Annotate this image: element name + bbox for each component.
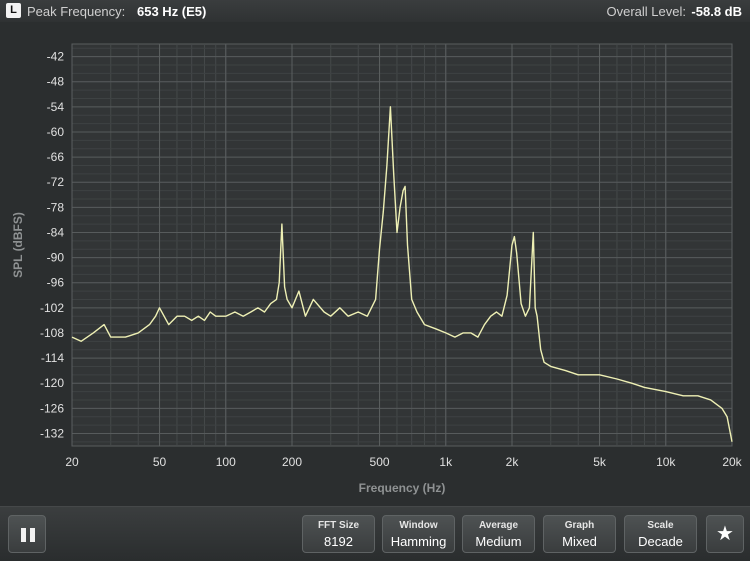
- channel-badge[interactable]: L: [6, 3, 21, 18]
- y-tick-label: -60: [47, 125, 65, 139]
- window-value: Hamming: [390, 534, 447, 549]
- window-button[interactable]: Window Hamming: [382, 515, 455, 553]
- y-tick-label: -108: [40, 326, 64, 340]
- status-header: L Peak Frequency: 653 Hz (E5) Overall Le…: [0, 0, 750, 22]
- x-axis-title: Frequency (Hz): [359, 481, 446, 495]
- scale-label: Scale: [647, 520, 674, 531]
- fft-size-label: FFT Size: [317, 520, 360, 531]
- graph-value: Mixed: [562, 534, 597, 549]
- star-icon: ★: [716, 523, 734, 545]
- y-axis-ticks: -42 -48 -54 -60 -66 -72 -78 -84 -90 -96 -102 -108 -1…: [40, 50, 64, 441]
- pause-button[interactable]: [8, 515, 46, 553]
- y-tick-label: -96: [47, 276, 65, 290]
- favorite-button[interactable]: ★: [706, 515, 744, 553]
- fft-size-button[interactable]: FFT Size 8192: [302, 515, 375, 553]
- average-label: Average: [478, 520, 519, 531]
- y-tick-label: -126: [40, 401, 64, 415]
- spectrum-chart[interactable]: -42 -48 -54 -60 -66 -72 -78 -84 -90 -96 -102 -108 -1…: [0, 22, 750, 506]
- x-tick-label: 2k: [506, 455, 520, 469]
- x-tick-label: 100: [216, 455, 236, 469]
- y-tick-label: -132: [40, 426, 64, 440]
- peak-frequency-label: Peak Frequency:: [27, 4, 126, 19]
- x-tick-label: 20k: [722, 455, 742, 469]
- control-bar: FFT Size 8192 Window Hamming Average Med…: [0, 506, 750, 561]
- y-tick-label: -72: [47, 175, 65, 189]
- window-label: Window: [399, 520, 438, 531]
- x-tick-label: 500: [370, 455, 390, 469]
- scale-button[interactable]: Scale Decade: [624, 515, 697, 553]
- average-button[interactable]: Average Medium: [462, 515, 535, 553]
- x-tick-label: 5k: [593, 455, 607, 469]
- x-tick-label: 1k: [439, 455, 453, 469]
- y-tick-label: -114: [41, 351, 64, 365]
- y-axis-title: SPL (dBFS): [11, 212, 25, 278]
- y-tick-label: -78: [47, 200, 65, 214]
- y-tick-label: -102: [40, 301, 64, 315]
- y-tick-label: -42: [47, 50, 65, 64]
- x-tick-label: 50: [153, 455, 167, 469]
- graph-button[interactable]: Graph Mixed: [543, 515, 616, 553]
- y-tick-label: -48: [47, 75, 65, 89]
- graph-label: Graph: [564, 520, 595, 531]
- average-value: Medium: [475, 534, 522, 549]
- y-tick-label: -90: [47, 251, 65, 265]
- plot-area: [71, 43, 733, 447]
- x-tick-label: 200: [282, 455, 302, 469]
- scale-value: Decade: [638, 534, 683, 549]
- x-tick-label: 20: [65, 455, 79, 469]
- peak-frequency-value: 653 Hz (E5): [137, 4, 207, 19]
- x-tick-label: 10k: [656, 455, 676, 469]
- y-tick-label: -120: [40, 376, 64, 390]
- fft-size-value: 8192: [324, 534, 353, 549]
- y-tick-label: -54: [47, 100, 65, 114]
- overall-level-label: Overall Level:: [606, 4, 686, 19]
- y-tick-label: -84: [47, 225, 65, 239]
- y-tick-label: -66: [47, 150, 65, 164]
- overall-level-value: -58.8 dB: [691, 4, 742, 19]
- x-axis-ticks: 20 50 100 200 500 1k 2k 5k 10k 20k: [65, 455, 742, 469]
